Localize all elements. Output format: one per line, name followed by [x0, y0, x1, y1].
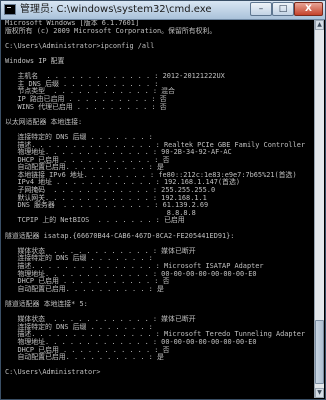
minimize-button[interactable]: – [250, 2, 272, 16]
console-line: Windows IP 配置 [5, 56, 65, 65]
cmd-window-icon[interactable] [4, 4, 16, 15]
vertical-scrollbar[interactable]: ▲ ▼ [314, 20, 324, 398]
console-line: C:\Users\Administrator>ipconfig /all [5, 41, 155, 50]
console-line: TCPIP 上的 NetBIOS . . . . . . . : 已启用 [5, 216, 185, 225]
console-output[interactable]: Microsoft Windows [版本 6.1.7601] 版权所有 (c) … [3, 20, 315, 398]
console-line: C:\Users\Administrator> [5, 368, 101, 377]
console-line: 隧道适配器 本地连接* 5: [5, 299, 88, 308]
console-line: 版权所有 (c) 2009 Microsoft Corporation。保留所有… [5, 26, 217, 35]
console-line: 以太网适配器 本地连接: [5, 117, 83, 126]
cmd-window: 管理员: C:\windows\system32\cmd.exe – □ X M… [0, 0, 326, 400]
maximize-button[interactable]: □ [272, 2, 294, 16]
scroll-up-button[interactable]: ▲ [315, 20, 324, 30]
console-line: 自动配置已启用. . . . . . . . . . : 是 [5, 284, 164, 293]
scroll-thumb[interactable] [315, 320, 324, 384]
close-button[interactable]: X [294, 2, 323, 16]
console-line: 自动配置已启用. . . . . . . . . . : 是 [5, 353, 164, 362]
window-title: 管理员: C:\windows\system32\cmd.exe [20, 4, 212, 15]
title-bar[interactable]: 管理员: C:\windows\system32\cmd.exe – □ X [1, 1, 325, 20]
console-line: WINS 代理已启用 . . . . . . . . . : 否 [5, 102, 167, 111]
console-line: 隧道适配器 isatap.{66670B44-CAB6-467D-8CA2-FE… [5, 231, 235, 240]
console-text: Microsoft Windows [版本 6.1.7601] 版权所有 (c) … [3, 20, 315, 377]
scroll-down-button[interactable]: ▼ [315, 388, 324, 398]
